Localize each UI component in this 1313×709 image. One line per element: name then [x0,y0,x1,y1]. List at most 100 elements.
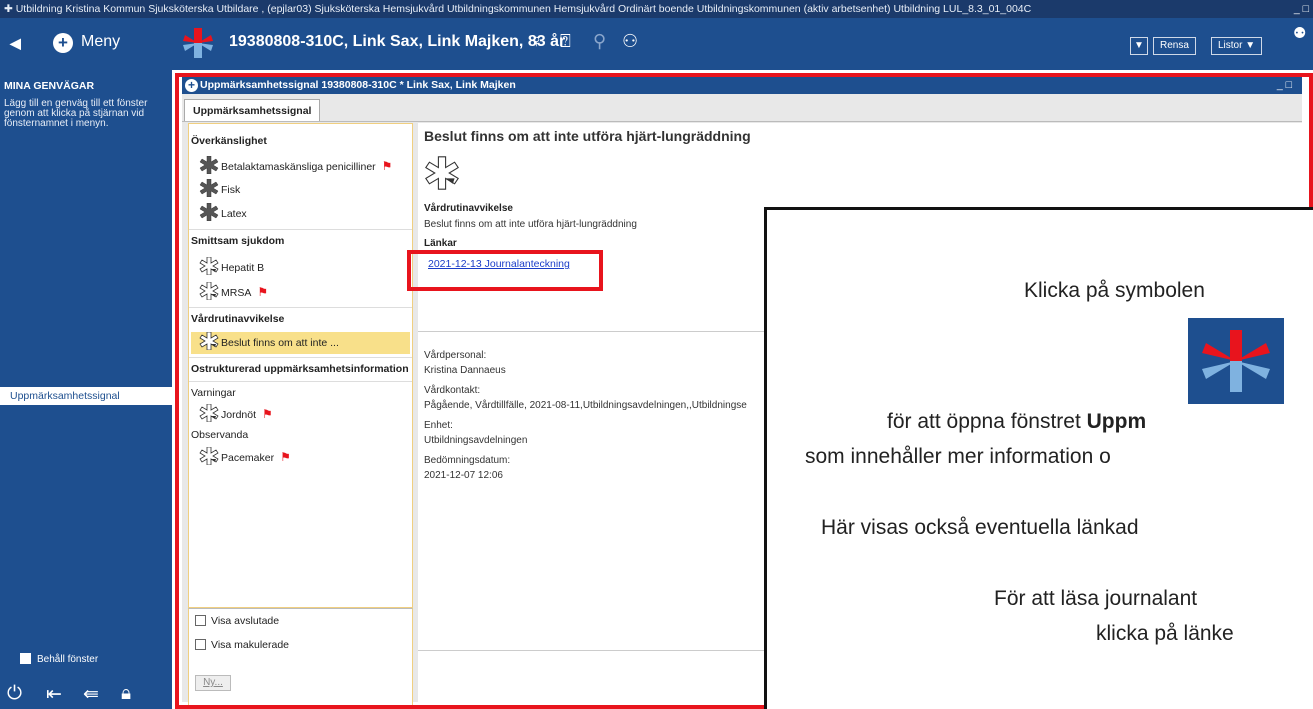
divider [189,229,412,230]
lock-icon[interactable]: 🔒︎ [121,683,131,705]
handshake-icon[interactable]: ⚇ [622,31,638,52]
window-titlebar: ✚ Utbildning Kristina Kommun Sjuksköters… [0,0,1313,18]
power-icon[interactable]: ⏻ [7,683,22,705]
visa-makulerade-option[interactable]: Visa makulerade [195,639,289,651]
tab-bar: Uppmärksamhetssignal [182,94,1302,122]
star-of-life-filled-icon [199,179,219,197]
visa-avslutade-label: Visa avslutade [211,615,280,627]
instruction-line-3: som innehåller mer information o [805,445,1111,468]
star-of-life-filled-icon [199,203,219,221]
logout-icon[interactable]: ⇤ [46,683,62,706]
item-label: Beslut finns om att inte ... [221,337,339,349]
divider [189,381,412,382]
item-label: Fisk [221,184,241,196]
sidebar: MINA GENVÄGAR Lägg till en genväg till e… [0,70,172,709]
menu-plus-icon[interactable]: + [53,33,73,53]
instruction-line-4: Här visas också eventuella länkad [821,516,1139,539]
star-of-life-outline-icon [199,447,219,465]
vardkontakt-label: Vårdkontakt: [424,385,481,396]
enhet-label: Enhet: [424,420,453,431]
app-header: ◀ + Meny 19380808-310C, Link Sax, Link M… [0,18,1313,70]
flag-icon: ⚑ [381,159,393,173]
list-item[interactable]: Pacemaker ⚑ [199,446,291,468]
app-logo-icon: ✚ [4,3,16,15]
star-of-life-outline-icon [425,156,459,190]
keep-window-label: Behåll fönster [37,654,99,665]
subgroup-observanda: Observanda [191,429,249,441]
dropdown-button[interactable]: ▼ [1130,37,1148,55]
star-of-life-filled-icon [199,156,219,174]
instruction-line-6: klicka på länke [1096,622,1234,645]
list-item-selected[interactable]: Beslut finns om att inte ... [191,332,410,354]
flag-icon: ⚑ [262,407,273,421]
visa-avslutade-option[interactable]: Visa avslutade [195,615,279,627]
star-of-life-outline-icon [199,257,219,275]
instruction-line-2: för att öppna fönstret Uppm [887,410,1146,434]
divider [189,357,412,358]
bedomning-label: Bedömningsdatum: [424,455,511,466]
star-of-life-outline-icon [199,332,219,350]
vardkontakt-value: Pågående, Vårdtillfälle, 2021-08-11,Utbi… [424,400,747,411]
shortcuts-description: Lägg till en genväg till ett fönster gen… [4,98,148,129]
list-item[interactable]: Latex [199,203,247,225]
window-title-text: Uppmärksamhetssignal 19380808-310C * Lin… [200,79,516,91]
keep-window-checkbox[interactable] [20,653,31,664]
instruction-line-2-text: för att öppna fönstret [887,410,1087,433]
star-of-life-outline-icon [199,404,219,422]
list-item[interactable]: Hepatit B [199,257,264,279]
visa-avslutade-checkbox[interactable] [195,615,206,626]
links-label: Länkar [424,238,457,249]
item-label: Betalaktamaskänsliga penicilliner [221,161,376,173]
subgroup-varningar: Varningar [191,387,236,399]
instruction-line-2-bold: Uppm [1086,410,1147,433]
menu-button[interactable]: Meny [81,33,120,51]
window-title: + Uppmärksamhetssignal 19380808-310C * L… [182,77,1302,94]
new-button[interactable]: Ny... [195,675,231,691]
signal-list: Överkänslighet Betalaktamaskänsliga peni… [188,123,413,608]
vardpersonal-value: Kristina Dannaeus [424,365,506,376]
type-label: Vårdrutinavvikelse [424,203,513,214]
listor-button[interactable]: Listor ▼ [1211,37,1263,55]
group-smittsam: Smittsam sjukdom [191,235,285,247]
attention-signal-icon [1188,318,1284,404]
switch-user-icon[interactable]: ⇚ [83,683,99,706]
group-ostrukturerad: Ostrukturerad uppmärksamhetsinformation [191,363,409,375]
titlebar-text: Utbildning Kristina Kommun Sjuksköterska… [15,3,1032,15]
patient-info[interactable]: 19380808-310C, Link Sax, Link Majken, 83… [229,33,565,51]
question-bubble-icon[interactable]: ⍰ [560,31,571,52]
instruction-line-5: För att läsa journalant [994,587,1198,610]
list-item[interactable]: Fisk [199,179,240,201]
bedomning-value: 2021-12-07 12:06 [424,470,503,481]
list-item[interactable]: MRSA ⚑ [199,281,268,303]
group-vardrutin: Vårdrutinavvikelse [191,313,285,325]
window-plus-icon: + [185,79,198,92]
window-controls[interactable]: _ □ [1294,0,1309,18]
list-item[interactable]: Betalaktamaskänsliga penicilliner ⚑ [199,155,392,177]
person-icon[interactable]: ⚲ [593,31,606,52]
list-item[interactable]: Jordnöt ⚑ [199,403,273,425]
shortcut-uppmarksamhetssignal[interactable]: Uppmärksamhetssignal [0,387,172,405]
instruction-overlay: Klicka på symbolen för att öppna fönstre… [764,207,1313,709]
collapse-menu-icon[interactable]: ◀ [10,35,21,52]
tab-uppmarksamhetssignal[interactable]: Uppmärksamhetssignal [184,99,321,121]
item-label: Pacemaker [221,452,275,464]
list-options: Visa avslutade Visa makulerade Ny... [188,608,413,708]
divider [189,307,412,308]
vardpersonal-label: Vårdpersonal: [424,350,487,361]
group-overkanslighet: Överkänslighet [191,135,267,147]
keep-window-toggle[interactable]: Behåll fönster [20,653,98,665]
gender-female-icon: ♀ [530,31,544,51]
detail-title: Beslut finns om att inte utföra hjärt-lu… [424,128,751,144]
window-controls-inner[interactable]: _ □ [1277,77,1292,94]
enhet-value: Utbildningsavdelningen [424,435,528,446]
rensa-button[interactable]: Rensa [1153,37,1196,55]
attention-signal-icon[interactable] [183,27,213,59]
highlight-link-frame [407,250,603,291]
instruction-line-1: Klicka på symbolen [1024,279,1205,302]
type-value: Beslut finns om att inte utföra hjärt-lu… [424,219,637,230]
user-group-icon[interactable]: ⚉ [1293,24,1306,42]
star-of-life-outline-icon [199,282,219,300]
item-label: Hepatit B [221,262,265,274]
visa-makulerade-checkbox[interactable] [195,639,206,650]
visa-makulerade-label: Visa makulerade [211,639,290,651]
